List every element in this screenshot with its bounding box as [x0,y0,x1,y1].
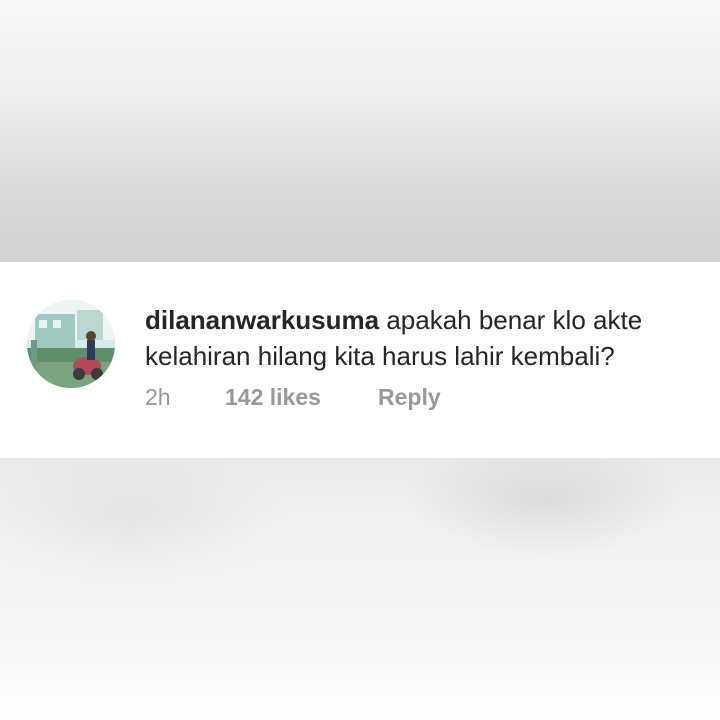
blurred-background-bottom [0,458,720,720]
blurred-background-top [0,0,720,262]
avatar-photo-icon [27,300,115,388]
comment-body: dilananwarkusuma apakah benar klo akte k… [145,302,705,374]
comment-timestamp: 2h [145,384,171,410]
reply-button[interactable]: Reply [378,382,441,412]
screenshot-canvas: dilananwarkusuma apakah benar klo akte k… [0,0,720,720]
comment-card: dilananwarkusuma apakah benar klo akte k… [0,262,720,458]
comment-likes-count[interactable]: 142 likes [225,382,321,412]
user-avatar[interactable] [27,300,115,388]
comment-username[interactable]: dilananwarkusuma [145,305,379,335]
